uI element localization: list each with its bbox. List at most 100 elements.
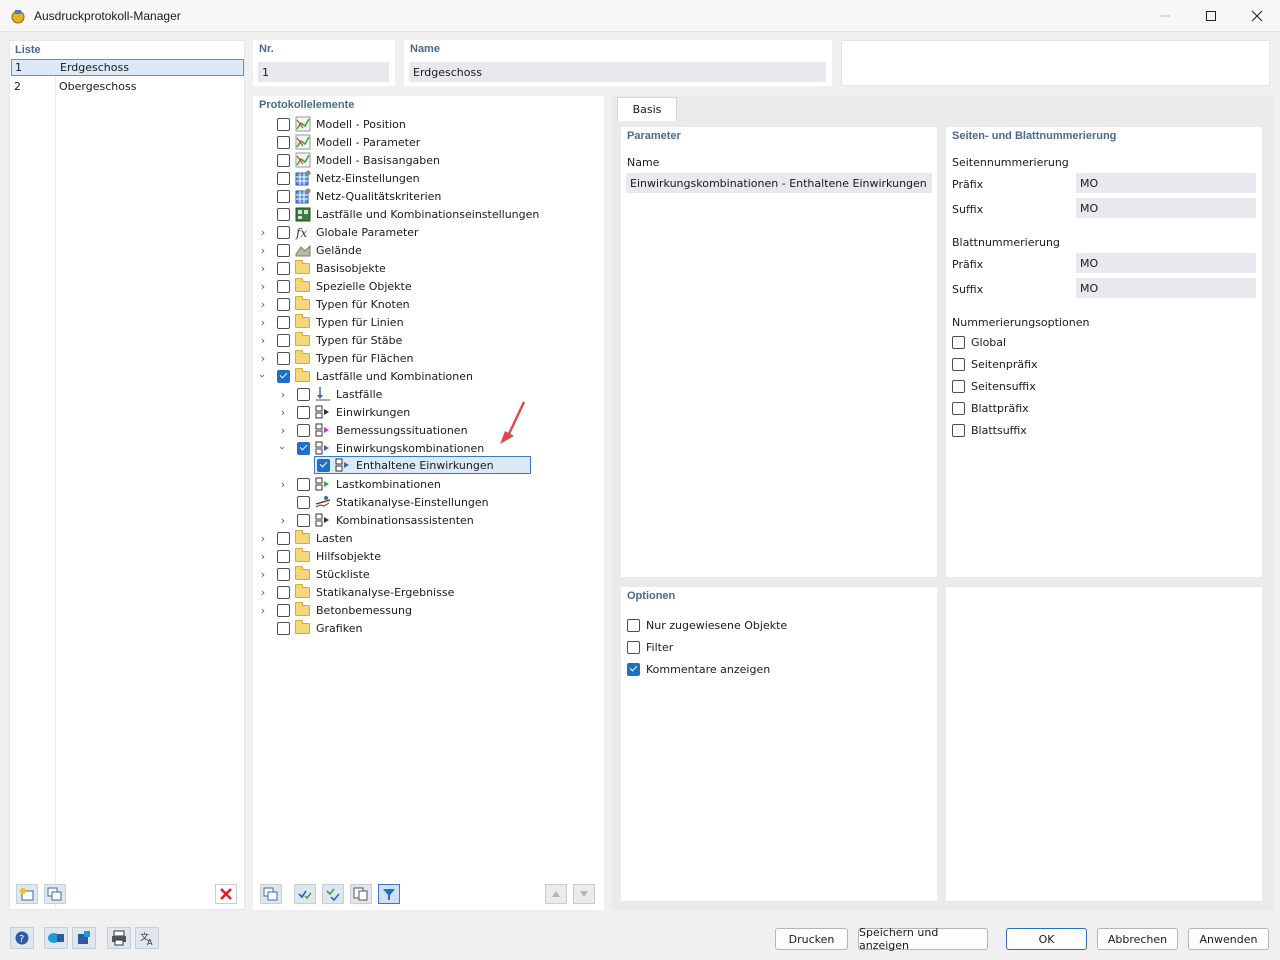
cancel-button[interactable]: Abbrechen <box>1097 928 1178 950</box>
checkbox-checked[interactable] <box>297 441 310 455</box>
checkbox[interactable] <box>277 333 290 347</box>
tree-item-hilfsobjekte[interactable]: Hilfsobjekte <box>277 547 381 565</box>
tree-item-statikanalyse-einstellungen[interactable]: Statikanalyse-Einstellungen <box>297 493 489 511</box>
ok-button[interactable]: OK <box>1006 928 1087 950</box>
expand-chevron[interactable]: › <box>278 475 288 493</box>
tree-item-lastfaelle[interactable]: Lastfälle <box>297 385 382 403</box>
tree-item-modell-parameter[interactable]: Modell - Parameter <box>277 133 420 151</box>
option-blattpraefix[interactable]: Blattpräfix <box>952 400 1029 416</box>
option-seitensuffix[interactable]: Seitensuffix <box>952 378 1036 394</box>
tree-item-betonbemessung[interactable]: Betonbemessung <box>277 601 412 619</box>
tree-item-globale-parameter[interactable]: fx Globale Parameter <box>277 223 419 241</box>
checkbox-checked[interactable] <box>317 458 330 472</box>
checkbox[interactable] <box>277 351 290 365</box>
filter-button[interactable] <box>378 884 400 904</box>
checkbox[interactable] <box>277 585 290 599</box>
expand-chevron[interactable]: › <box>258 601 268 619</box>
expand-chevron[interactable]: › <box>258 331 268 349</box>
checkbox[interactable] <box>277 567 290 581</box>
tree-item-einwirkungskombinationen[interactable]: Einwirkungskombinationen <box>297 439 484 457</box>
tree-item-bemessungssituationen[interactable]: Bemessungssituationen <box>297 421 468 439</box>
checkbox[interactable] <box>277 297 290 311</box>
checkbox[interactable] <box>952 335 965 349</box>
delete-list-button[interactable] <box>215 884 237 904</box>
checkbox[interactable] <box>277 603 290 617</box>
checkbox[interactable] <box>277 531 290 545</box>
list-item[interactable]: 1 Erdgeschoss <box>11 59 244 76</box>
parameter-name-field[interactable]: Einwirkungskombinationen - Enthaltene Ei… <box>626 173 932 193</box>
tree-item-lastfaelle-kombinationseinstellungen[interactable]: Lastfälle und Kombinationseinstellungen <box>277 205 539 223</box>
checkbox[interactable] <box>277 621 290 635</box>
expand-chevron[interactable]: › <box>258 547 268 565</box>
copy-list-button[interactable] <box>44 884 66 904</box>
tree-item-gelaende[interactable]: Gelände <box>277 241 362 259</box>
language-button[interactable]: 文A <box>135 927 159 949</box>
tree-item-netz-einstellungen[interactable]: Netz-Einstellungen <box>277 169 420 187</box>
page-suffix-field[interactable]: MO <box>1076 198 1256 218</box>
expand-chevron[interactable]: › <box>258 295 268 313</box>
checkbox[interactable] <box>627 640 640 654</box>
invert-selection-button[interactable] <box>322 884 344 904</box>
expand-chevron[interactable]: › <box>258 313 268 331</box>
new-list-button[interactable] <box>16 884 38 904</box>
apply-button[interactable]: Anwenden <box>1188 928 1269 950</box>
collapse-all-button[interactable] <box>260 884 282 904</box>
tree-item-lasten[interactable]: Lasten <box>277 529 353 547</box>
tree-item-modell-basisangaben[interactable]: Modell - Basisangaben <box>277 151 440 169</box>
tree-item-lastfaelle-kombinationen[interactable]: Lastfälle und Kombinationen <box>277 367 473 385</box>
tree-item-netz-qualitaetskriterien[interactable]: Netz-Qualitätskriterien <box>277 187 441 205</box>
checkbox[interactable] <box>627 618 640 632</box>
option-filter[interactable]: Filter <box>627 639 673 655</box>
checkbox[interactable] <box>952 379 965 393</box>
check-all-button[interactable] <box>294 884 316 904</box>
checkbox[interactable] <box>952 357 965 371</box>
checkbox-checked[interactable] <box>627 662 640 676</box>
checkbox[interactable] <box>277 153 290 167</box>
units-button[interactable] <box>44 927 68 949</box>
expand-chevron[interactable]: › <box>278 385 288 403</box>
checkbox[interactable] <box>952 401 965 415</box>
checkbox[interactable] <box>297 387 310 401</box>
checkbox[interactable] <box>277 279 290 293</box>
tree-item-typen-linien[interactable]: Typen für Linien <box>277 313 404 331</box>
minimize-button[interactable] <box>1142 0 1188 32</box>
checkbox-checked[interactable] <box>277 369 290 383</box>
tree-item-typen-knoten[interactable]: Typen für Knoten <box>277 295 410 313</box>
expand-chevron[interactable]: › <box>258 277 268 295</box>
tree-item-stueckliste[interactable]: Stückliste <box>277 565 370 583</box>
sheet-suffix-field[interactable]: MO <box>1076 278 1256 298</box>
tree-item-enthaltene-einwirkungen[interactable]: Enthaltene Einwirkungen <box>314 456 531 474</box>
checkbox[interactable] <box>277 243 290 257</box>
expand-chevron[interactable]: › <box>258 223 268 241</box>
expand-chevron[interactable]: › <box>278 403 288 421</box>
expand-chevron[interactable]: › <box>258 583 268 601</box>
checkbox[interactable] <box>277 117 290 131</box>
nr-field[interactable]: 1 <box>258 62 389 82</box>
collapse-chevron[interactable]: › <box>274 443 292 453</box>
checkbox[interactable] <box>297 423 310 437</box>
checkbox[interactable] <box>952 423 965 437</box>
checkbox[interactable] <box>297 477 310 491</box>
settings-button[interactable] <box>72 927 96 949</box>
tree-item-grafiken[interactable]: Grafiken <box>277 619 362 637</box>
checkbox[interactable] <box>277 171 290 185</box>
sheet-prefix-field[interactable]: MO <box>1076 253 1256 273</box>
tab-basis[interactable]: Basis <box>617 97 677 121</box>
expand-chevron[interactable]: › <box>278 421 288 439</box>
tree-item-modell-position[interactable]: Modell - Position <box>277 115 406 133</box>
option-blattsuffix[interactable]: Blattsuffix <box>952 422 1027 438</box>
save-show-button[interactable]: Speichern und anzeigen <box>858 926 988 952</box>
checkbox[interactable] <box>277 549 290 563</box>
checkbox[interactable] <box>297 513 310 527</box>
expand-chevron[interactable]: › <box>258 565 268 583</box>
tree-item-kombinationsassistenten[interactable]: Kombinationsassistenten <box>297 511 474 529</box>
expand-chevron[interactable]: › <box>258 259 268 277</box>
option-kommentare-anzeigen[interactable]: Kommentare anzeigen <box>627 661 770 677</box>
checkbox[interactable] <box>277 261 290 275</box>
tree-item-basisobjekte[interactable]: Basisobjekte <box>277 259 386 277</box>
tree-item-einwirkungen[interactable]: Einwirkungen <box>297 403 410 421</box>
checkbox[interactable] <box>277 207 290 221</box>
tree-item-statikanalyse-ergebnisse[interactable]: Statikanalyse-Ergebnisse <box>277 583 454 601</box>
page-prefix-field[interactable]: MO <box>1076 173 1256 193</box>
tree-item-lastkombinationen[interactable]: Lastkombinationen <box>297 475 441 493</box>
